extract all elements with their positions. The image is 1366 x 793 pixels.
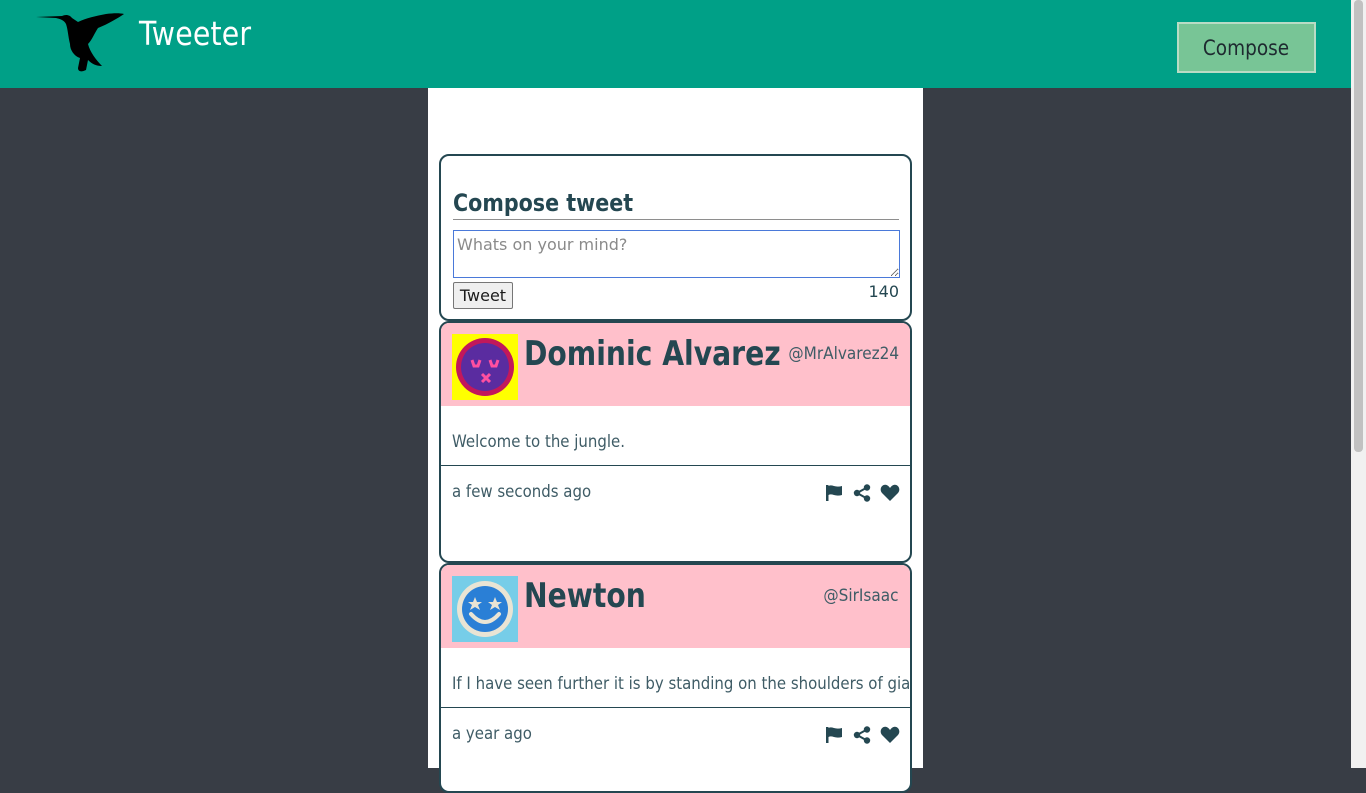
tweet-author-handle: @MrAlvarez24 [788, 344, 899, 364]
star-eyes-smiley-avatar-icon [452, 576, 518, 642]
tweet-submit-button[interactable]: Tweet [453, 282, 513, 309]
compose-button[interactable]: Compose [1177, 22, 1316, 73]
compose-divider [453, 219, 899, 220]
flag-icon[interactable] [824, 725, 844, 745]
heart-icon[interactable] [880, 725, 900, 745]
tweet-author-name: Dominic Alvarez [524, 334, 781, 374]
tweet-text: If I have seen further it is by standing… [452, 674, 912, 694]
hummingbird-icon [36, 13, 124, 72]
page-scrollbar-thumb[interactable] [1354, 0, 1363, 452]
share-icon[interactable] [852, 725, 872, 745]
compose-tweet-form: Compose tweet Tweet 140 [439, 154, 912, 321]
compose-button-label: Compose [1203, 35, 1290, 60]
dizzy-face-avatar-icon [452, 334, 518, 400]
tweet-timestamp: a few seconds ago [452, 482, 592, 502]
tweet-header: Newton @SirIsaac [441, 565, 910, 648]
tweet-timestamp: a year ago [452, 724, 532, 744]
tweet-text: Welcome to the jungle. [452, 432, 626, 452]
tweet-divider [441, 465, 910, 466]
tweet-author-handle: @SirIsaac [823, 586, 899, 606]
share-icon[interactable] [852, 483, 872, 503]
compose-title: Compose tweet [453, 189, 634, 217]
tweet-header: Dominic Alvarez @MrAlvarez24 [441, 323, 910, 406]
tweet-divider [441, 707, 910, 708]
character-counter: 140 [868, 282, 899, 301]
tweet-card: Newton @SirIsaac If I have seen further … [439, 563, 912, 793]
top-nav: Tweeter Compose [0, 0, 1351, 88]
tweet-actions [824, 725, 900, 745]
tweet-textarea[interactable] [453, 230, 900, 278]
heart-icon[interactable] [880, 483, 900, 503]
tweet-card: Dominic Alvarez @MrAlvarez24 Welcome to … [439, 321, 912, 563]
app-title: Tweeter [139, 14, 252, 53]
tweet-author-name: Newton [524, 576, 646, 616]
flag-icon[interactable] [824, 483, 844, 503]
tweet-actions [824, 483, 900, 503]
